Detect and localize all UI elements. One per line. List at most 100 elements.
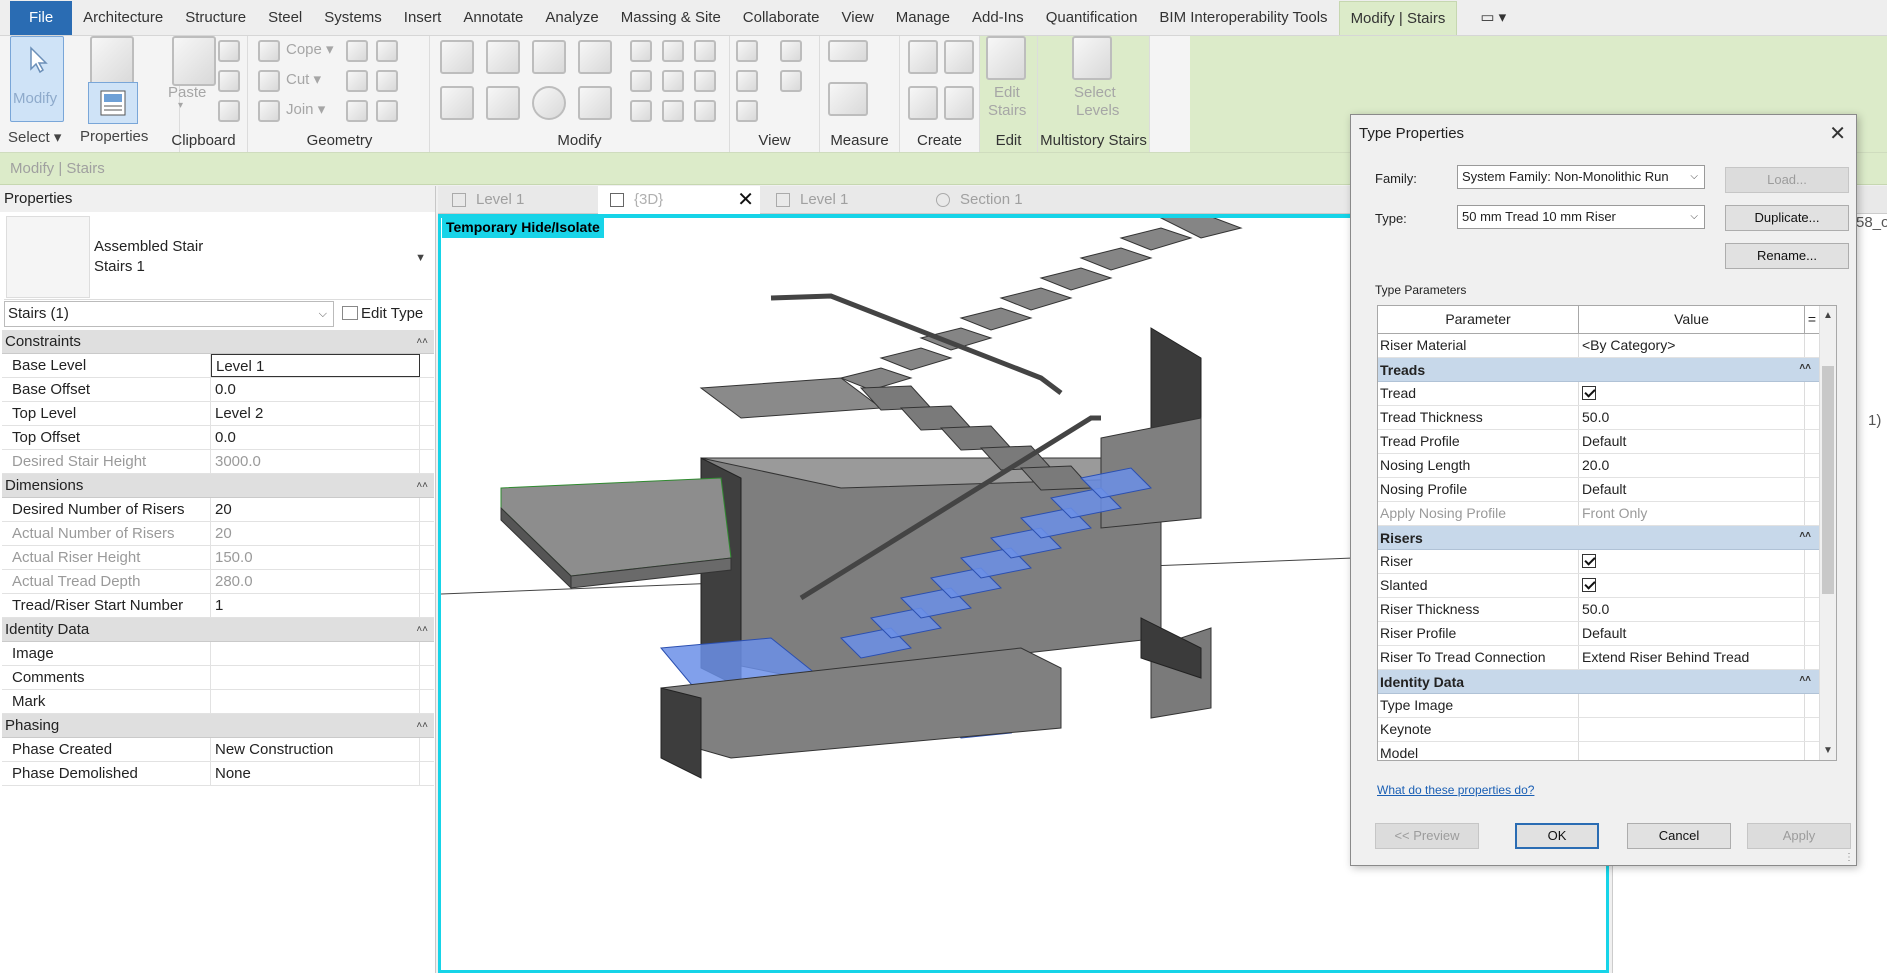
rotate-icon[interactable] xyxy=(532,86,566,120)
tab-massing-site[interactable]: Massing & Site xyxy=(610,1,732,35)
eraser-icon[interactable] xyxy=(736,100,758,122)
quick-access-dropdown-icon[interactable]: ▭ ▾ xyxy=(1469,1,1517,35)
unpin-icon[interactable] xyxy=(694,70,716,92)
close-icon[interactable]: ✕ xyxy=(737,186,754,214)
cut-button[interactable]: Cut ▾ xyxy=(286,70,321,88)
param-group-risers[interactable]: Risers ˄˄ xyxy=(1378,526,1819,550)
pick-icon[interactable] xyxy=(376,100,398,122)
copy-element-icon[interactable] xyxy=(486,86,520,120)
edit-stairs-label-2[interactable]: Stairs xyxy=(988,102,1026,119)
trim-multiple-icon[interactable] xyxy=(630,100,652,122)
param-group-treads[interactable]: Treads ˄˄ xyxy=(1378,358,1819,382)
lightbulb-icon[interactable] xyxy=(736,40,758,62)
param-value[interactable]: 20.0 xyxy=(1579,454,1805,477)
formula-column-header[interactable]: = xyxy=(1805,306,1819,333)
tab-3d-view[interactable]: {3D} ✕ xyxy=(598,186,760,214)
load-button[interactable]: Load... xyxy=(1725,167,1849,193)
param-value[interactable] xyxy=(1579,718,1805,741)
tab-modify-stairs[interactable]: Modify | Stairs xyxy=(1338,1,1458,35)
collapse-icon[interactable]: ˄˄ xyxy=(1799,524,1811,548)
tab-quantification[interactable]: Quantification xyxy=(1035,1,1149,35)
scroll-down-icon[interactable]: ▼ xyxy=(1823,745,1833,756)
apply-button[interactable]: Apply xyxy=(1747,823,1851,849)
param-value[interactable] xyxy=(1579,742,1805,760)
tab-insert[interactable]: Insert xyxy=(393,1,453,35)
checkbox-checked-icon[interactable] xyxy=(1582,578,1596,592)
cope-button[interactable]: Cope ▾ xyxy=(286,40,334,58)
tab-steel[interactable]: Steel xyxy=(257,1,313,35)
param-value[interactable]: 50.0 xyxy=(1579,598,1805,621)
param-value[interactable] xyxy=(1579,550,1805,573)
property-value[interactable] xyxy=(211,690,420,713)
preview-button[interactable]: << Preview xyxy=(1375,823,1479,849)
type-dropdown-icon[interactable]: ▼ xyxy=(415,252,426,264)
pin-icon[interactable] xyxy=(694,40,716,62)
mirror-draw-icon[interactable] xyxy=(578,40,612,74)
paste-label[interactable]: Paste xyxy=(168,84,206,101)
group-dimensions[interactable]: Dimensions ˄˄ xyxy=(2,474,434,498)
edit-type-button[interactable]: Edit Type xyxy=(342,301,423,327)
edit-stairs-label-1[interactable]: Edit xyxy=(994,84,1020,101)
tab-manage[interactable]: Manage xyxy=(885,1,961,35)
scroll-thumb[interactable] xyxy=(1822,366,1834,594)
cope-icon[interactable] xyxy=(258,40,280,62)
tab-structure[interactable]: Structure xyxy=(174,1,257,35)
create-parts-icon[interactable] xyxy=(944,40,974,74)
group-identity-data[interactable]: Identity Data ˄˄ xyxy=(2,618,434,642)
group-phasing[interactable]: Phasing ˄˄ xyxy=(2,714,434,738)
select-levels-icon[interactable] xyxy=(1072,36,1112,80)
create-group-icon[interactable] xyxy=(908,86,938,120)
paint-icon[interactable] xyxy=(376,70,398,92)
property-value[interactable]: 0.0 xyxy=(211,426,420,449)
value-column-header[interactable]: Value xyxy=(1579,306,1805,333)
extend-icon[interactable] xyxy=(662,100,684,122)
param-value[interactable] xyxy=(1579,694,1805,717)
resize-grip-icon[interactable]: ⋮ xyxy=(1844,852,1854,863)
trim-icon[interactable] xyxy=(578,86,612,120)
demolish-icon[interactable] xyxy=(346,100,368,122)
tab-architecture[interactable]: Architecture xyxy=(72,1,174,35)
collapse-icon[interactable]: ˄˄ xyxy=(1799,668,1811,692)
offset-icon[interactable] xyxy=(486,40,520,74)
cut-clipboard-icon[interactable] xyxy=(218,40,240,62)
tab-annotate[interactable]: Annotate xyxy=(452,1,534,35)
hide-icon[interactable] xyxy=(780,40,802,62)
parameter-column-header[interactable]: Parameter xyxy=(1378,306,1579,333)
tab-bim-interoperability-tools[interactable]: BIM Interoperability Tools xyxy=(1148,1,1338,35)
property-value[interactable]: 1 xyxy=(211,594,420,617)
scale-icon[interactable] xyxy=(662,70,684,92)
type-properties-icon[interactable] xyxy=(90,36,134,86)
property-value[interactable]: 0.0 xyxy=(211,378,420,401)
type-selector[interactable]: Assembled Stair Stairs 1 ▼ xyxy=(4,216,432,300)
paste-dropdown-icon[interactable]: ▾ xyxy=(178,100,183,111)
property-value[interactable] xyxy=(211,666,420,689)
join-icon[interactable] xyxy=(258,100,280,122)
group-constraints[interactable]: Constraints ˄˄ xyxy=(2,330,434,354)
property-value[interactable] xyxy=(211,642,420,665)
dimension-icon[interactable] xyxy=(828,82,868,116)
wall-joins-icon[interactable] xyxy=(346,40,368,62)
property-value[interactable]: New Construction xyxy=(211,738,420,761)
tab-systems[interactable]: Systems xyxy=(313,1,393,35)
align-icon[interactable] xyxy=(440,40,474,74)
param-value[interactable]: <By Category> xyxy=(1579,334,1805,357)
copy-icon[interactable] xyxy=(218,70,240,92)
collapse-icon[interactable]: ˄˄ xyxy=(416,618,428,642)
param-value[interactable]: Default xyxy=(1579,430,1805,453)
match-properties-icon[interactable] xyxy=(218,100,240,122)
family-select[interactable]: System Family: Non-Monolithic Run ⌵ xyxy=(1457,165,1705,189)
tab-collaborate[interactable]: Collaborate xyxy=(732,1,831,35)
tab-add-ins[interactable]: Add-Ins xyxy=(961,1,1035,35)
instance-filter-select[interactable]: Stairs (1) ⌵ xyxy=(4,301,334,327)
checkbox-checked-icon[interactable] xyxy=(1582,554,1596,568)
modify-button[interactable]: Modify xyxy=(10,36,64,122)
table-scrollbar[interactable]: ▲ ▼ xyxy=(1819,306,1836,760)
param-group-identity-data[interactable]: Identity Data ˄˄ xyxy=(1378,670,1819,694)
type-select[interactable]: 50 mm Tread 10 mm Riser ⌵ xyxy=(1457,205,1705,229)
checkbox-checked-icon[interactable] xyxy=(1582,386,1596,400)
ok-button[interactable]: OK xyxy=(1515,823,1599,849)
property-value[interactable]: Level 1 xyxy=(211,354,420,377)
tab-view[interactable]: View xyxy=(831,1,885,35)
delete-icon[interactable] xyxy=(694,100,716,122)
select-levels-label-1[interactable]: Select xyxy=(1074,84,1116,101)
